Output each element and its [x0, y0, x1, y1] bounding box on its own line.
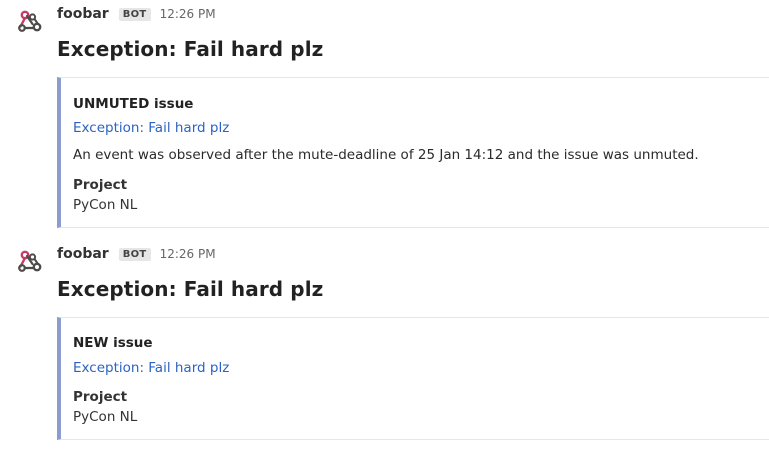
- message: foobar BOT 12:26 PM Exception: Fail hard…: [0, 240, 769, 452]
- field-value-project: PyCon NL: [73, 409, 138, 425]
- attachment-card: NEW issue Exception: Fail hard plz Proje…: [57, 317, 769, 440]
- field-value-project: PyCon NL: [73, 197, 138, 213]
- attachment-heading: UNMUTED issue: [73, 96, 194, 112]
- message-title: Exception: Fail hard plz: [57, 277, 324, 301]
- bot-badge: BOT: [118, 7, 151, 21]
- webhook-icon[interactable]: [17, 8, 43, 34]
- attachment-description: An event was observed after the mute-dea…: [73, 147, 699, 163]
- message-header: foobar BOT 12:26 PM: [57, 244, 216, 264]
- message-header: foobar BOT 12:26 PM: [57, 4, 216, 24]
- bot-badge: BOT: [118, 247, 151, 261]
- field-title-project: Project: [73, 177, 128, 193]
- author-name[interactable]: foobar: [57, 6, 109, 22]
- issue-link[interactable]: Exception: Fail hard plz: [73, 358, 229, 378]
- message-timestamp[interactable]: 12:26 PM: [160, 7, 216, 21]
- message-timestamp[interactable]: 12:26 PM: [160, 247, 216, 261]
- message-feed: foobar BOT 12:26 PM Exception: Fail hard…: [0, 0, 769, 452]
- attachment-card: UNMUTED issue Exception: Fail hard plz A…: [57, 77, 769, 228]
- message: foobar BOT 12:26 PM Exception: Fail hard…: [0, 0, 769, 230]
- attachment-heading: NEW issue: [73, 335, 153, 351]
- issue-link[interactable]: Exception: Fail hard plz: [73, 118, 229, 138]
- webhook-icon[interactable]: [17, 248, 43, 274]
- message-title: Exception: Fail hard plz: [57, 37, 324, 61]
- author-name[interactable]: foobar: [57, 246, 109, 262]
- field-title-project: Project: [73, 389, 128, 405]
